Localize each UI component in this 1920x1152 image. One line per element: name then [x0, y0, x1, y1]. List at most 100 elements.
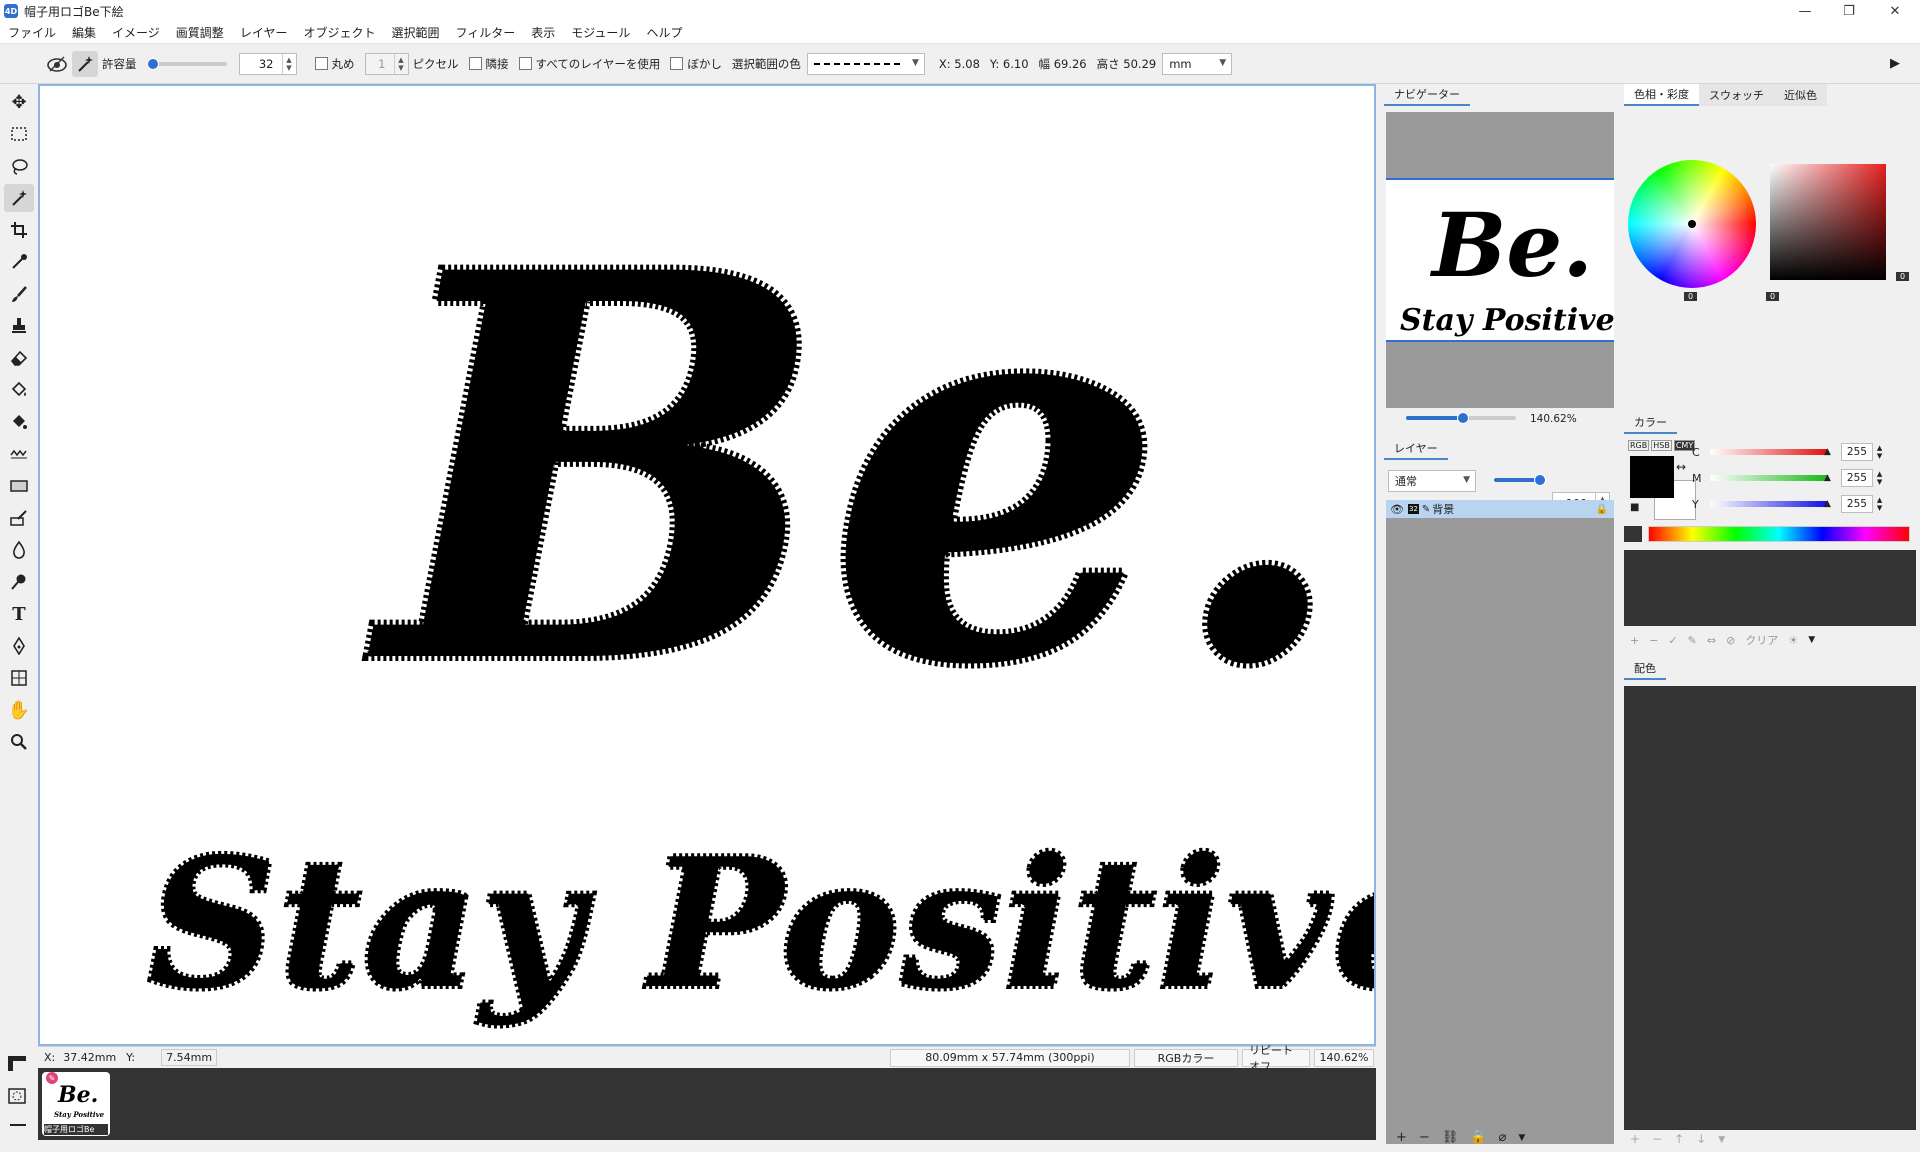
m-spinner[interactable]: ▲ ▼ — [1877, 470, 1882, 486]
remove-swatch-icon[interactable]: − — [1649, 634, 1658, 647]
lasso-tool-icon[interactable] — [4, 152, 34, 180]
blur-checkbox[interactable] — [670, 57, 684, 70]
c-spinner[interactable]: ▲ ▼ — [1877, 444, 1882, 460]
y-spinner[interactable]: ▲ ▼ — [1877, 496, 1882, 512]
link-icon[interactable]: ⛓ — [1442, 1130, 1459, 1145]
clear-button[interactable]: クリア — [1745, 632, 1778, 648]
selection-color-dropdown[interactable]: ▼ — [806, 52, 925, 75]
menu-help[interactable]: ヘルプ — [638, 24, 690, 41]
color-wheel[interactable] — [1628, 160, 1756, 288]
canvas[interactable]: Be. Stay Positive — [38, 84, 1376, 1046]
navigator-zoom-slider[interactable] — [1406, 408, 1516, 424]
pattern-tool-icon[interactable] — [4, 440, 34, 468]
repeat-toggle[interactable]: リピートオフ — [1242, 1044, 1310, 1073]
text-tool-icon[interactable]: T — [4, 600, 34, 628]
gradient-fill-tool-icon[interactable] — [4, 408, 34, 436]
document-thumbnail[interactable]: Be. Stay Positive ✎ 帽子用ロゴBe — [42, 1072, 110, 1136]
menu-layer[interactable]: レイヤー — [232, 24, 296, 41]
opacity-slider[interactable] — [1494, 472, 1546, 488]
zoom-level[interactable]: 140.62% — [1314, 1048, 1374, 1067]
mode-rgb[interactable]: RGB — [1628, 440, 1650, 451]
collapse-icon[interactable] — [10, 1124, 26, 1126]
fill-tool-icon[interactable] — [4, 376, 34, 404]
rect-select-tool-icon[interactable] — [4, 120, 34, 148]
mode-hsb[interactable]: HSB — [1651, 440, 1672, 451]
tab-similar-colors[interactable]: 近似色 — [1774, 84, 1827, 106]
tab-layers[interactable]: レイヤー — [1384, 438, 1448, 460]
tolerance-input[interactable]: 32 ▲ ▼ — [238, 52, 297, 75]
grid-tool-icon[interactable] — [4, 664, 34, 692]
minimize-button[interactable]: — — [1782, 0, 1828, 22]
spectrum-bar[interactable] — [1648, 526, 1910, 542]
round-input[interactable]: 1 ▲ ▼ — [364, 52, 409, 75]
color-mode[interactable]: RGBカラー — [1134, 1048, 1238, 1067]
layer-menu-icon[interactable]: ▼ — [1518, 1133, 1525, 1145]
swap-colors-icon[interactable]: ↔ — [1676, 460, 1686, 474]
panel-expand-icon[interactable]: ▶ — [1890, 56, 1900, 71]
round-checkbox[interactable] — [314, 57, 328, 70]
tolerance-slider[interactable] — [146, 56, 227, 72]
eye-dropper-mode-icon[interactable] — [44, 51, 70, 77]
unit-dropdown[interactable]: mm ▼ — [1162, 52, 1233, 75]
menu-edit[interactable]: 編集 — [64, 24, 104, 41]
dodge-tool-icon[interactable] — [4, 568, 34, 596]
round-spinner[interactable]: ▲ ▼ — [393, 53, 408, 74]
menu-module[interactable]: モジュール — [563, 24, 638, 41]
edit-swatch-icon[interactable]: ✎ — [1688, 634, 1697, 647]
remove-scheme-icon[interactable]: − — [1652, 1132, 1662, 1146]
brush-tool-icon[interactable] — [4, 280, 34, 308]
rectangle-tool-icon[interactable] — [4, 472, 34, 500]
tolerance-spinner[interactable]: ▲ ▼ — [281, 53, 296, 74]
y-value[interactable]: 255 — [1840, 495, 1873, 513]
c-value[interactable]: 255 — [1840, 443, 1873, 461]
tab-hue-saturation[interactable]: 色相・彩度 — [1624, 84, 1699, 106]
hand-tool-icon[interactable]: ✋ — [4, 696, 34, 724]
swap-icon[interactable]: ⇔ — [1707, 634, 1716, 647]
check-icon[interactable]: ✓ — [1668, 634, 1677, 647]
eraser-tool-icon[interactable] — [4, 344, 34, 372]
maximize-button[interactable]: ❐ — [1826, 0, 1872, 22]
stamp-tool-icon[interactable] — [4, 312, 34, 340]
m-slider[interactable] — [1710, 475, 1828, 481]
add-layer-icon[interactable]: + — [1396, 1130, 1407, 1145]
menu-image[interactable]: イメージ — [104, 24, 168, 41]
move-tool-icon[interactable]: ✥ — [4, 88, 34, 116]
menu-adjust[interactable]: 画質調整 — [168, 24, 232, 41]
close-button[interactable]: ✕ — [1872, 0, 1918, 22]
ruler-icon[interactable] — [6, 1054, 28, 1075]
menu-file[interactable]: ファイル — [0, 24, 64, 41]
tab-color[interactable]: カラー — [1624, 412, 1677, 434]
navigator-view[interactable]: Be. Stay Positive — [1386, 112, 1615, 408]
magic-wand-tool-icon[interactable] — [4, 184, 34, 212]
color-scheme-area[interactable] — [1624, 686, 1916, 1130]
tab-swatches[interactable]: スウォッチ — [1699, 84, 1774, 106]
tab-color-scheme[interactable]: 配色 — [1624, 658, 1666, 680]
menu-selection[interactable]: 選択範囲 — [383, 24, 447, 41]
magic-wand-mode-icon[interactable] — [72, 50, 98, 77]
sun-icon[interactable]: ☀ — [1788, 634, 1798, 647]
y-slider[interactable] — [1710, 501, 1828, 507]
blend-mode-dropdown[interactable]: 通常 ▼ — [1388, 470, 1476, 492]
move-down-icon[interactable]: ↓ — [1696, 1132, 1706, 1146]
current-color-chip[interactable] — [1624, 526, 1642, 542]
swatch-menu-icon[interactable]: ▼ — [1808, 635, 1815, 645]
visibility-eye-icon[interactable]: 👁 — [1390, 503, 1404, 516]
lock-icon[interactable]: 🔒 — [1596, 504, 1608, 515]
block-icon[interactable]: ⊘ — [1726, 634, 1735, 647]
c-slider[interactable] — [1710, 449, 1828, 455]
tab-navigator[interactable]: ナビゲーター — [1384, 84, 1470, 106]
menu-view[interactable]: 表示 — [523, 24, 563, 41]
layer-row[interactable]: 👁 32 ✎ 背景 🔒 — [1386, 500, 1614, 518]
m-value[interactable]: 255 — [1840, 469, 1873, 487]
default-colors-icon[interactable]: ■ — [1630, 502, 1639, 513]
add-swatch-icon[interactable]: + — [1630, 634, 1639, 647]
eyedropper-tool-icon[interactable] — [4, 248, 34, 276]
adjacent-checkbox[interactable] — [468, 57, 482, 70]
zoom-tool-icon[interactable] — [4, 728, 34, 756]
swatch-area[interactable] — [1624, 550, 1916, 626]
pen-tablet-tool-icon[interactable] — [4, 504, 34, 532]
saturation-brightness-square[interactable] — [1770, 164, 1886, 280]
lock-layer-icon[interactable]: 🔒 — [1470, 1130, 1486, 1145]
delete-layer-icon[interactable]: − — [1419, 1130, 1430, 1145]
clip-icon[interactable]: ⌀ — [1499, 1130, 1507, 1145]
